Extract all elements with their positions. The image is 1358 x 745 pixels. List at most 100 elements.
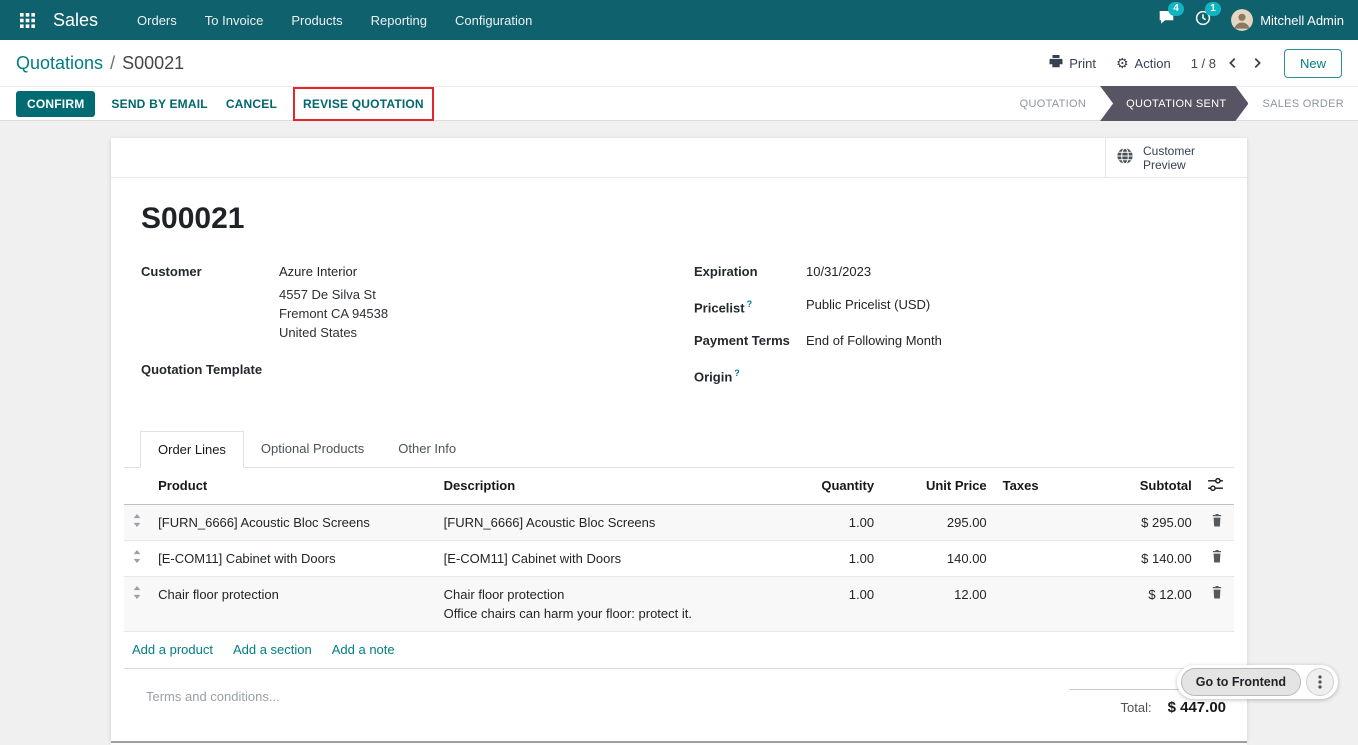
state-sales-order[interactable]: SALES ORDER xyxy=(1248,86,1358,121)
unit-price-column-header[interactable]: Unit Price xyxy=(882,468,995,505)
menu-products[interactable]: Products xyxy=(278,6,355,35)
delete-row-icon[interactable] xyxy=(1200,504,1234,540)
delete-row-icon[interactable] xyxy=(1200,576,1234,631)
description-cell[interactable]: [E-COM11] Cabinet with Doors xyxy=(436,540,774,576)
page: Sales Orders To Invoice Products Reporti… xyxy=(0,0,1358,745)
cancel-button[interactable]: CANCEL xyxy=(224,91,279,117)
field-column-left: Customer Azure Interior 4557 De Silva St… xyxy=(141,262,694,401)
app-brand[interactable]: Sales xyxy=(53,10,98,31)
product-cell[interactable]: [FURN_6666] Acoustic Bloc Screens xyxy=(150,504,436,540)
origin-label: Origin? xyxy=(694,364,806,386)
taxes-cell[interactable] xyxy=(995,576,1083,631)
delete-row-icon[interactable] xyxy=(1200,540,1234,576)
action-button[interactable]: ⚙ Action xyxy=(1116,56,1171,71)
control-panel-right: Print ⚙ Action 1 / 8 New xyxy=(1049,49,1342,78)
pager: 1 / 8 xyxy=(1191,56,1264,71)
drag-handle-icon[interactable] xyxy=(124,504,150,540)
payment-terms-field: Payment Terms End of Following Month xyxy=(694,331,1217,350)
table-row: Chair floor protection Chair floor prote… xyxy=(124,576,1234,631)
state-quotation[interactable]: QUOTATION xyxy=(1006,86,1100,121)
menu-reporting[interactable]: Reporting xyxy=(358,6,440,35)
product-cell[interactable]: [E-COM11] Cabinet with Doors xyxy=(150,540,436,576)
tab-optional-products[interactable]: Optional Products xyxy=(244,431,381,467)
expiration-label: Expiration xyxy=(694,262,806,281)
subtotal-column-header[interactable]: Subtotal xyxy=(1083,468,1200,505)
annotation-highlight-box: REVISE QUOTATION xyxy=(293,87,434,121)
unit-price-cell[interactable]: 140.00 xyxy=(882,540,995,576)
revise-quotation-button[interactable]: REVISE QUOTATION xyxy=(301,91,426,117)
product-cell[interactable]: Chair floor protection xyxy=(150,576,436,631)
action-label: Action xyxy=(1135,56,1171,71)
add-section-link[interactable]: Add a section xyxy=(233,642,312,657)
customer-preview-button[interactable]: Customer Preview xyxy=(1105,138,1247,177)
taxes-cell[interactable] xyxy=(995,504,1083,540)
total-value: $ 447.00 xyxy=(1168,699,1226,716)
column-settings-icon[interactable] xyxy=(1208,479,1223,494)
breadcrumb-quotations[interactable]: Quotations xyxy=(16,53,103,74)
expiration-value[interactable]: 10/31/2023 xyxy=(806,262,871,281)
expiration-field: Expiration 10/31/2023 xyxy=(694,262,1217,281)
unit-price-cell[interactable]: 12.00 xyxy=(882,576,995,631)
table-header-row: Product Description Quantity Unit Price … xyxy=(124,468,1234,505)
frontend-menu-button[interactable] xyxy=(1306,668,1334,696)
print-button[interactable]: Print xyxy=(1049,55,1096,72)
description-cell[interactable]: Chair floor protectionOffice chairs can … xyxy=(436,576,774,631)
order-lines-table: Product Description Quantity Unit Price … xyxy=(124,468,1234,632)
description-cell[interactable]: [FURN_6666] Acoustic Bloc Screens xyxy=(436,504,774,540)
tab-order-lines[interactable]: Order Lines xyxy=(140,431,244,468)
chatter-top-edge xyxy=(111,741,1247,745)
total-label: Total: xyxy=(1121,700,1152,715)
description-column-header[interactable]: Description xyxy=(436,468,774,505)
menu-orders[interactable]: Orders xyxy=(124,6,190,35)
terms-placeholder[interactable]: Terms and conditions... xyxy=(132,689,280,704)
navbar-systray: 4 1 Mitchell Admin xyxy=(1158,9,1344,31)
send-by-email-button[interactable]: SEND BY EMAIL xyxy=(109,91,209,117)
status-pipeline: QUOTATION QUOTATION SENT SALES ORDER xyxy=(1006,86,1358,121)
add-product-link[interactable]: Add a product xyxy=(132,642,213,657)
table-row: [E-COM11] Cabinet with Doors [E-COM11] C… xyxy=(124,540,1234,576)
taxes-column-header[interactable]: Taxes xyxy=(995,468,1083,505)
menu-to-invoice[interactable]: To Invoice xyxy=(192,6,277,35)
pricelist-value[interactable]: Public Pricelist (USD) xyxy=(806,295,930,317)
pricelist-label: Pricelist? xyxy=(694,295,806,317)
tab-other-info[interactable]: Other Info xyxy=(381,431,473,467)
activities-button[interactable]: 1 xyxy=(1195,10,1211,31)
field-column-right: Expiration 10/31/2023 Pricelist? Public … xyxy=(694,262,1217,401)
unit-price-cell[interactable]: 295.00 xyxy=(882,504,995,540)
sheet-footer: Terms and conditions... Total: $ 447.00 xyxy=(124,669,1234,716)
pager-previous-icon[interactable] xyxy=(1226,56,1240,70)
new-button[interactable]: New xyxy=(1284,49,1342,78)
payment-terms-value[interactable]: End of Following Month xyxy=(806,331,942,350)
content-area: Customer Preview S00021 Customer Azure I… xyxy=(0,121,1358,745)
apps-grid-icon[interactable] xyxy=(14,7,41,34)
drag-handle-icon[interactable] xyxy=(124,540,150,576)
quotation-sheet: Customer Preview S00021 Customer Azure I… xyxy=(111,138,1247,742)
go-to-frontend-button[interactable]: Go to Frontend xyxy=(1181,668,1301,696)
taxes-cell[interactable] xyxy=(995,540,1083,576)
gear-icon: ⚙ xyxy=(1116,56,1129,70)
state-quotation-sent[interactable]: QUOTATION SENT xyxy=(1100,86,1248,121)
quantity-column-header[interactable]: Quantity xyxy=(773,468,882,505)
messages-button[interactable]: 4 xyxy=(1158,10,1175,30)
field-grid: Customer Azure Interior 4557 De Silva St… xyxy=(141,262,1217,401)
product-column-header[interactable]: Product xyxy=(150,468,436,505)
payment-terms-label: Payment Terms xyxy=(694,331,806,350)
user-menu[interactable]: Mitchell Admin xyxy=(1231,9,1344,31)
quantity-cell[interactable]: 1.00 xyxy=(773,504,882,540)
customer-value[interactable]: Azure Interior 4557 De Silva St Fremont … xyxy=(279,262,388,342)
pager-next-icon[interactable] xyxy=(1250,56,1264,70)
help-icon: ? xyxy=(747,299,753,309)
quantity-cell[interactable]: 1.00 xyxy=(773,540,882,576)
customer-label: Customer xyxy=(141,262,279,342)
confirm-button[interactable]: CONFIRM xyxy=(16,91,95,117)
menu-configuration[interactable]: Configuration xyxy=(442,6,545,35)
printer-icon xyxy=(1049,55,1063,72)
messages-badge: 4 xyxy=(1168,2,1184,16)
customer-preview-label: Customer Preview xyxy=(1143,144,1195,172)
customer-address: 4557 De Silva St Fremont CA 94538 United… xyxy=(279,285,388,342)
quantity-cell[interactable]: 1.00 xyxy=(773,576,882,631)
user-name: Mitchell Admin xyxy=(1260,13,1344,28)
add-note-link[interactable]: Add a note xyxy=(332,642,395,657)
drag-handle-icon[interactable] xyxy=(124,576,150,631)
customer-name: Azure Interior xyxy=(279,262,388,281)
